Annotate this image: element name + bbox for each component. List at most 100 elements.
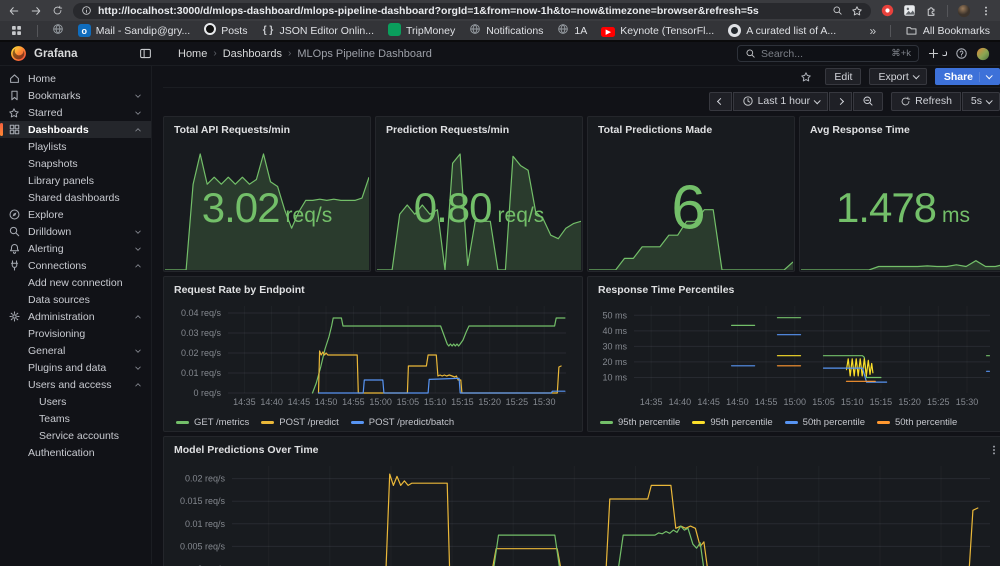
sidebar-item-plugins-and-data[interactable]: Plugins and data [0,359,151,376]
extension-image-icon[interactable] [903,4,916,17]
svg-text:40 ms: 40 ms [602,326,627,336]
help-icon[interactable] [955,47,968,60]
add-new-button[interactable] [927,47,947,60]
sidebar-item-add-new-connection[interactable]: Add new connection [0,274,151,291]
all-bookmarks-button[interactable]: All Bookmarks [905,24,990,37]
time-shift-back-button[interactable] [708,91,732,111]
share-button[interactable]: Share [934,68,1000,85]
bookmark-star-icon[interactable] [851,5,863,17]
panel-title[interactable]: Model Predictions Over Time [174,443,996,458]
panel-menu-kebab-icon[interactable] [988,441,1000,459]
forward-icon[interactable] [30,5,42,17]
legend-item[interactable]: 50th percentile [784,417,865,428]
sidebar-item-general[interactable]: General [0,342,151,359]
legend-item[interactable]: 95th percentile [692,417,773,428]
sidebar-item-authentication[interactable]: Authentication [0,444,151,461]
panel-title[interactable]: Total API Requests/min [174,123,360,138]
panel-title[interactable]: Request Rate by Endpoint [174,283,572,298]
global-search-input[interactable]: Search... ⌘+k [737,45,919,62]
refresh-interval-picker[interactable]: 5s [961,91,1000,111]
sidebar-item-shared-dashboards[interactable]: Shared dashboards [0,189,151,206]
plug-icon [8,259,21,272]
chevron-up-icon[interactable] [133,261,143,271]
sidebar-item-explore[interactable]: Explore [0,206,151,223]
legend-item[interactable]: POST /predict [261,417,339,428]
bookmark-item[interactable] [52,23,64,38]
extensions-puzzle-icon[interactable] [925,4,938,17]
chevron-down-icon[interactable] [133,108,143,118]
grafana-logo[interactable] [10,45,27,62]
chevron-down-icon[interactable] [133,91,143,101]
chevron-down-icon[interactable] [133,363,143,373]
dock-menu-icon[interactable] [139,47,152,60]
bookmark-item[interactable]: { } JSON Editor Onlin... [261,24,374,37]
apps-grid-icon[interactable] [10,24,23,37]
sidebar-item-service-accounts[interactable]: Service accounts [0,427,151,444]
extension-red-icon[interactable] [881,4,894,17]
svg-text:15:05: 15:05 [812,397,835,407]
export-button[interactable]: Export [869,68,927,85]
browser-avatar[interactable] [957,4,971,18]
legend-item[interactable]: 50th percentile [876,417,957,428]
globe-favicon [52,23,64,38]
sidebar-item-label: Explore [28,208,64,221]
zoom-out-button[interactable] [853,91,884,111]
sidebar-item-administration[interactable]: Administration [0,308,151,325]
sidebar-item-provisioning[interactable]: Provisioning [0,325,151,342]
time-shift-forward-button[interactable] [829,91,853,111]
sidebar-item-users[interactable]: Users [0,393,151,410]
legend-item[interactable]: 95th percentile [600,417,680,428]
browser-menu-kebab-icon[interactable] [980,5,992,17]
sidebar-item-dashboards[interactable]: Dashboards [0,121,151,138]
sidebar-item-data-sources[interactable]: Data sources [0,291,151,308]
github-favicon [728,24,742,37]
panel-title[interactable]: Prediction Requests/min [386,123,572,138]
panel-title[interactable]: Total Predictions Made [598,123,784,138]
sidebar-item-starred[interactable]: Starred [0,104,151,121]
bookmark-item[interactable]: o Mail - Sandip@gry... [77,24,190,37]
sidebar-item-snapshots[interactable]: Snapshots [0,155,151,172]
legend-item[interactable]: GET /metrics [176,417,249,428]
percentiles-chart[interactable]: 10 ms 20 ms 30 ms 40 ms 50 ms 14:35 14:40 14:45… [598,298,996,414]
chevron-down-icon[interactable] [133,244,143,254]
chevron-down-icon[interactable] [133,227,143,237]
breadcrumb-home[interactable]: Home [178,48,207,60]
sidebar-item-connections[interactable]: Connections [0,257,151,274]
legend-item[interactable]: POST /predict/batch [350,417,454,428]
sidebar-item-alerting[interactable]: Alerting [0,240,151,257]
bookmark-item[interactable]: Notifications [469,23,543,38]
back-icon[interactable] [8,5,20,17]
bookmark-item[interactable]: TripMoney [388,22,455,39]
panel-title[interactable]: Avg Response Time [810,123,996,138]
bookmark-item[interactable]: 1A [557,23,587,38]
bookmark-item[interactable]: Posts [204,23,247,38]
chevron-up-icon[interactable] [133,125,143,135]
sidebar-item-home[interactable]: Home [0,70,151,87]
edit-button[interactable]: Edit [825,68,862,85]
url-bar[interactable]: http://localhost:3000/d/mlops-dashboard/… [73,2,871,19]
chevron-down-icon[interactable] [133,346,143,356]
bookmark-item[interactable]: ▶ Keynote (TensorFl... [601,25,714,37]
svg-text:0.03 req/s: 0.03 req/s [181,328,222,338]
sidebar-item-library-panels[interactable]: Library panels [0,172,151,189]
request-rate-chart[interactable]: 0 req/s 0.01 req/s 0.02 req/s 0.03 req/s 0.0… [174,298,572,414]
site-info-icon[interactable] [81,5,92,16]
search-icon[interactable] [832,5,843,16]
refresh-button[interactable]: Refresh [891,91,961,111]
chevron-up-icon[interactable] [133,380,143,390]
favorite-star-button[interactable] [795,68,817,85]
sidebar-item-drilldown[interactable]: Drilldown [0,223,151,240]
time-range-picker[interactable]: Last 1 hour [732,91,829,111]
breadcrumb-dashboards[interactable]: Dashboards [223,48,282,60]
reload-icon[interactable] [52,5,63,16]
bookmarks-overflow-icon[interactable]: » [870,24,877,38]
sidebar-item-bookmarks[interactable]: Bookmarks [0,87,151,104]
sidebar-item-users-and-access[interactable]: Users and access [0,376,151,393]
bookmark-item[interactable]: A curated list of A... [728,24,836,37]
sidebar-item-teams[interactable]: Teams [0,410,151,427]
model-predictions-chart[interactable]: 0 req/s0.005 req/s0.01 req/s0.015 req/s0… [174,458,996,566]
chevron-up-icon[interactable] [133,312,143,322]
sidebar-item-playlists[interactable]: Playlists [0,138,151,155]
panel-title[interactable]: Response Time Percentiles [598,283,996,298]
grafana-avatar[interactable] [976,47,990,61]
